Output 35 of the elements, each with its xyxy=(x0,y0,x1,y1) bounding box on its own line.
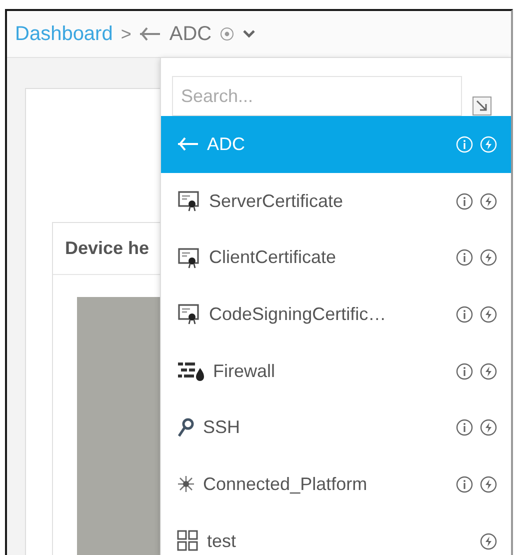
bolt-icon[interactable] xyxy=(480,532,497,550)
plane-icon xyxy=(139,26,162,42)
breadcrumb-current: ADC xyxy=(169,22,212,46)
bolt-icon[interactable] xyxy=(480,192,497,210)
bolt-icon[interactable] xyxy=(480,419,497,436)
menu-item[interactable]: ClientCertificate xyxy=(161,229,511,286)
info-icon[interactable] xyxy=(456,362,473,380)
menu-item[interactable]: Firewall xyxy=(161,342,511,400)
menu-item[interactable]: Connected_Platform xyxy=(161,456,511,513)
bolt-icon[interactable] xyxy=(480,476,497,493)
certificate-icon xyxy=(177,302,201,326)
card-title: Device he xyxy=(65,238,150,259)
info-icon[interactable] xyxy=(456,192,473,210)
bolt-icon[interactable] xyxy=(480,249,497,266)
info-icon[interactable] xyxy=(456,306,473,323)
info-icon[interactable] xyxy=(456,249,473,266)
search-field[interactable]: Search... xyxy=(172,76,462,116)
plane-icon xyxy=(177,136,199,152)
grid-icon xyxy=(177,530,199,552)
sparkle-icon xyxy=(177,475,195,494)
breadcrumb-separator: > xyxy=(120,24,132,44)
expand-icon[interactable] xyxy=(472,96,492,116)
certificate-icon xyxy=(177,189,201,214)
menu-item[interactable]: test xyxy=(161,512,511,555)
menu-item[interactable]: CodeSigningCertific… xyxy=(161,286,511,343)
target-icon[interactable] xyxy=(220,27,234,41)
info-icon[interactable] xyxy=(456,419,473,436)
key-icon xyxy=(177,418,195,438)
chevron-down-icon[interactable] xyxy=(242,29,256,39)
info-icon[interactable] xyxy=(456,476,473,493)
certificate-icon xyxy=(177,246,201,270)
menu-item[interactable]: ServerCertificate xyxy=(161,172,511,230)
menu-item[interactable]: SSH xyxy=(161,399,511,456)
bolt-icon[interactable] xyxy=(480,362,497,380)
bolt-icon[interactable] xyxy=(480,306,497,323)
